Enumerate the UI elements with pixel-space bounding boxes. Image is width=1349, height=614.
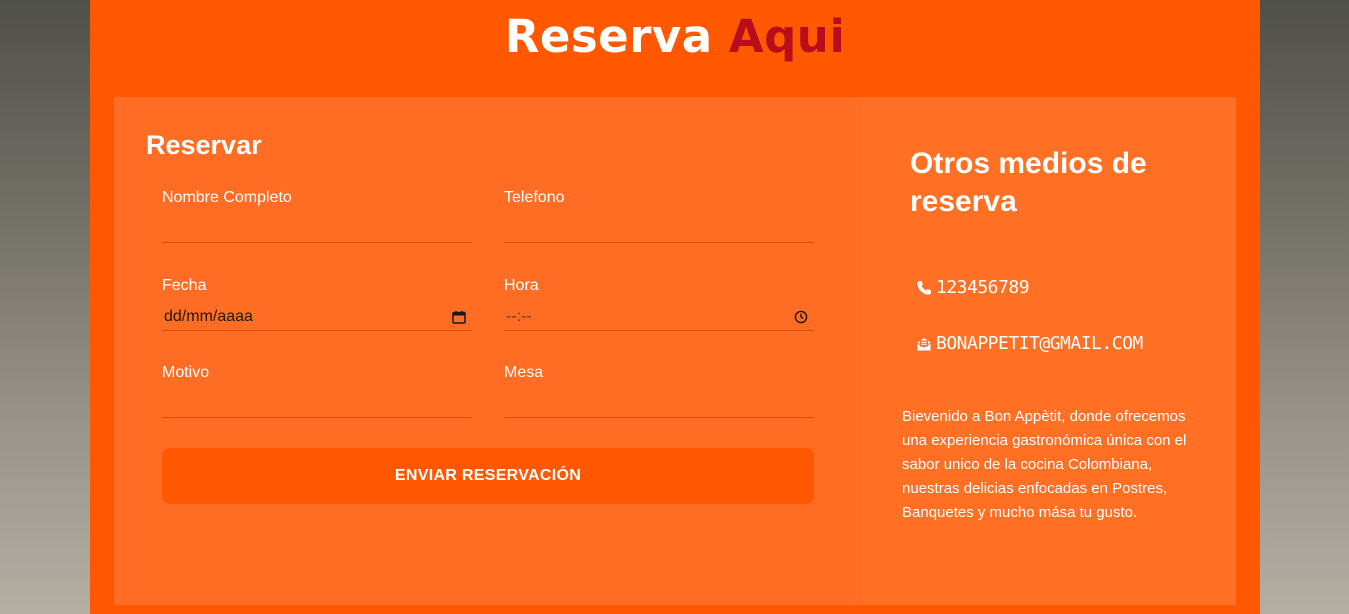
hora-placeholder: --:-- bbox=[506, 307, 532, 325]
submit-reservation-button[interactable]: ENVIAR RESERVACIÓN bbox=[162, 448, 814, 504]
telefono-input[interactable] bbox=[504, 215, 814, 243]
phone-icon bbox=[917, 280, 931, 295]
other-booking-methods: Otros medios de reserva 123456789 BONAPP… bbox=[862, 97, 1236, 605]
motivo-input[interactable] bbox=[162, 390, 472, 418]
nombre-input[interactable] bbox=[162, 215, 472, 243]
nombre-label: Nombre Completo bbox=[162, 189, 292, 206]
field-telefono: Telefono bbox=[504, 189, 814, 243]
reservation-form: Reservar Nombre Completo Telefono Fecha … bbox=[114, 97, 862, 605]
clock-icon[interactable] bbox=[794, 310, 808, 324]
hora-label: Hora bbox=[504, 277, 539, 294]
field-nombre: Nombre Completo bbox=[162, 189, 472, 243]
reservation-card: Reservar Nombre Completo Telefono Fecha … bbox=[114, 97, 1236, 605]
contact-phone[interactable]: 123456789 bbox=[916, 277, 1030, 298]
motivo-label: Motivo bbox=[162, 364, 210, 381]
side-title: Otros medios de reserva bbox=[910, 147, 1147, 218]
email-text: BONAPPETIT@GMAIL.COM bbox=[936, 333, 1143, 354]
field-mesa: Mesa bbox=[504, 364, 814, 418]
mesa-label: Mesa bbox=[504, 364, 544, 381]
calendar-icon[interactable] bbox=[452, 310, 466, 324]
mesa-input[interactable] bbox=[504, 390, 814, 418]
fecha-input[interactable]: dd/mm/aaaa bbox=[162, 303, 472, 331]
field-motivo: Motivo bbox=[162, 364, 472, 418]
form-title: Reservar bbox=[146, 130, 262, 160]
fecha-placeholder: dd/mm/aaaa bbox=[164, 307, 253, 325]
hora-input[interactable]: --:-- bbox=[504, 303, 814, 331]
telefono-label: Telefono bbox=[504, 189, 565, 206]
fecha-label: Fecha bbox=[162, 277, 207, 294]
restaurant-description: Bievenido a Bon Appètit, donde ofrecemos… bbox=[902, 408, 1187, 521]
phone-text: 123456789 bbox=[936, 277, 1030, 298]
envelope-open-icon bbox=[917, 337, 931, 350]
contact-email[interactable]: BONAPPETIT@GMAIL.COM bbox=[916, 333, 1143, 354]
reservation-page: Reserva Aqui Reservar Nombre Completo Te… bbox=[90, 0, 1260, 614]
field-hora: Hora --:-- bbox=[504, 277, 814, 331]
page-title-main: Reserva bbox=[504, 10, 713, 63]
field-fecha: Fecha dd/mm/aaaa bbox=[162, 277, 472, 331]
page-title-accent: Aqui bbox=[728, 10, 846, 63]
page-title: Reserva Aqui bbox=[90, 10, 1260, 63]
